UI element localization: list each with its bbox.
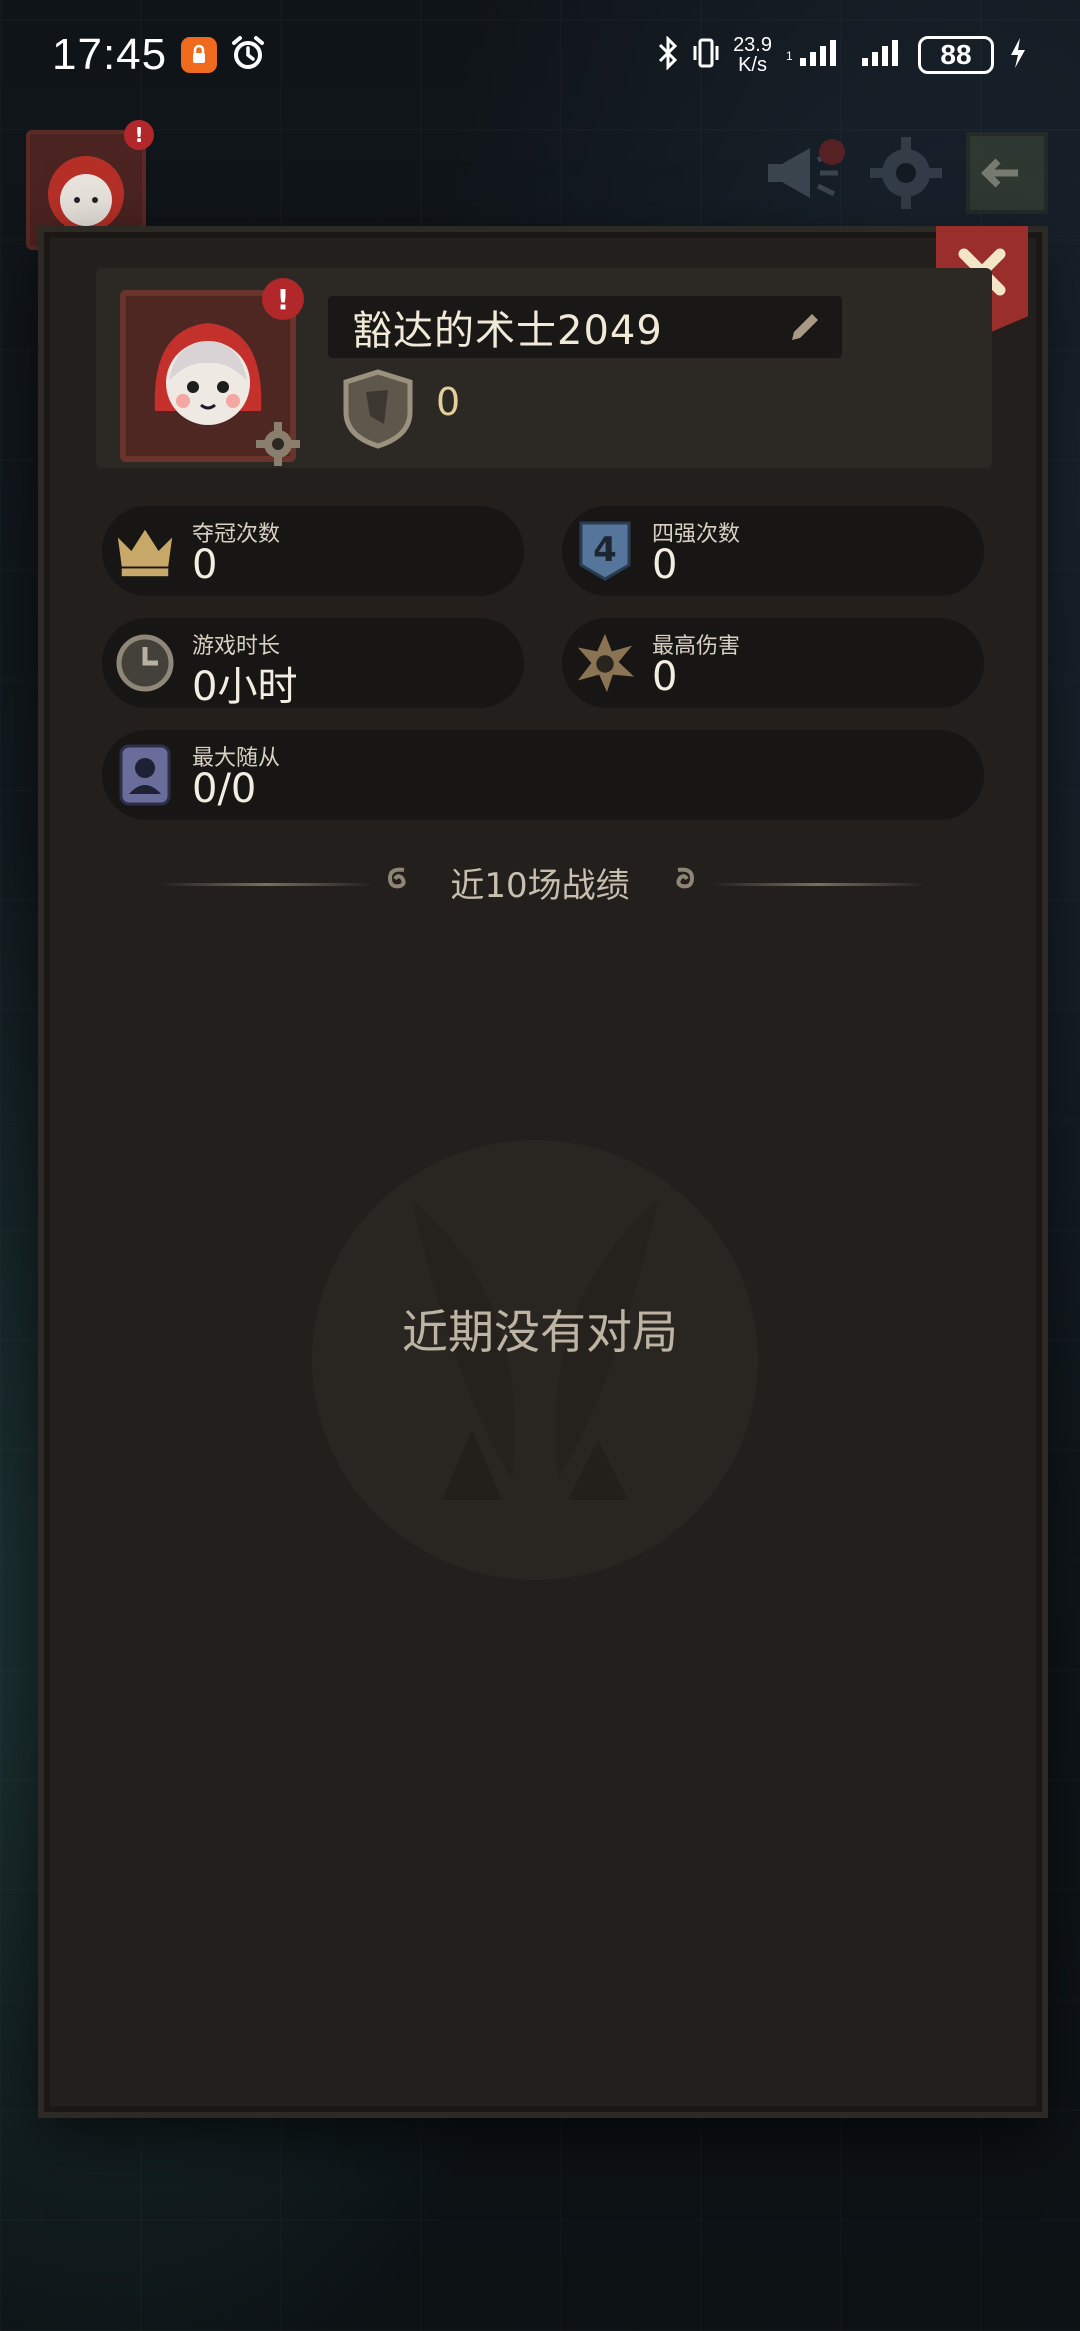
clock-icon	[114, 632, 176, 694]
background-toolbar	[762, 130, 1050, 220]
stat-value: 0	[652, 542, 678, 588]
stat-max-damage: 最高伤害 0	[562, 618, 984, 708]
damage-burst-icon	[574, 632, 636, 694]
svg-text:4: 4	[593, 530, 617, 570]
background-avatar-alert-icon: !	[124, 120, 154, 150]
stat-value: 0	[192, 542, 218, 588]
player-name-bar: 豁达的术士2049	[328, 296, 842, 358]
stat-value: 0/0	[192, 766, 257, 812]
status-time: 17:45	[52, 30, 168, 79]
divider-right	[712, 883, 924, 886]
swirl-right-icon	[670, 864, 698, 900]
crown-icon	[114, 520, 176, 582]
stat-value: 0	[652, 654, 678, 700]
vibrate-icon	[693, 36, 719, 74]
stat-play-time: 游戏时长 0小时	[102, 618, 524, 710]
pencil-icon	[792, 314, 818, 340]
net-speed-unit: K/s	[738, 54, 767, 76]
status-bar: 17:45 23.9 K/s 1 88	[0, 0, 1080, 110]
player-name: 豁达的术士2049	[352, 308, 663, 354]
app-notification-icon	[181, 37, 218, 73]
bluetooth-icon	[657, 35, 679, 74]
empty-state-text: 近期没有对局	[402, 1305, 678, 1359]
svg-text:1: 1	[786, 49, 793, 63]
exit-icon	[964, 130, 1050, 220]
gear-icon	[868, 135, 944, 215]
stat-championships: 夺冠次数 0	[102, 506, 524, 596]
stat-top4: 4 四强次数 0	[562, 506, 984, 596]
rank-shield-icon	[340, 368, 416, 454]
avatar-alert-icon: !	[262, 278, 304, 320]
follower-card-icon	[114, 744, 176, 806]
net-speed-value: 23.9	[733, 34, 772, 56]
megaphone-icon	[762, 138, 848, 212]
stat-max-followers: 最大随从 0/0	[102, 730, 984, 820]
net-speed: 23.9 K/s	[733, 35, 772, 75]
rank-value: 0	[436, 380, 461, 424]
signal-2-icon	[860, 38, 904, 72]
alarm-icon	[229, 34, 267, 76]
stat-value: 0小时	[192, 664, 298, 710]
top4-badge-icon: 4	[574, 520, 636, 582]
charging-icon	[1008, 36, 1028, 74]
signal-1-icon: 1	[786, 38, 846, 72]
avatar-settings-icon[interactable]	[254, 420, 302, 472]
battery-indicator: 88	[918, 36, 994, 74]
edit-name-button[interactable]	[784, 308, 824, 352]
